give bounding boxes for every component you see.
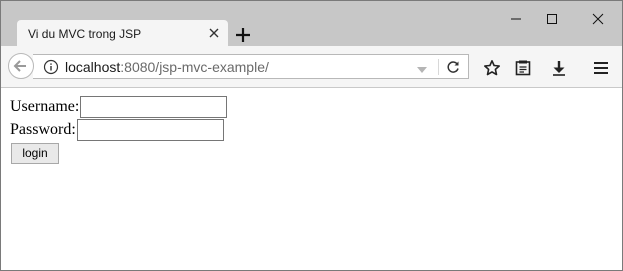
tab-title: Vi du MVC trong JSP (28, 27, 142, 41)
minimize-icon[interactable] (506, 9, 526, 29)
info-icon[interactable] (43, 59, 59, 75)
url-bar-divider (438, 59, 439, 75)
url-bar[interactable]: localhost:8080/jsp-mvc-example/ (33, 54, 469, 79)
url-path: :8080/jsp-mvc-example/ (120, 59, 269, 75)
username-row: Username: (10, 96, 228, 118)
password-label: Password: (10, 121, 76, 138)
dropdown-arrow-icon[interactable] (416, 62, 428, 73)
maximize-icon[interactable] (542, 9, 562, 29)
password-row: Password: (10, 119, 224, 141)
star-icon[interactable] (483, 59, 501, 77)
reload-icon[interactable] (445, 59, 461, 75)
title-bar: Vi du MVC trong JSP (1, 1, 622, 47)
password-input[interactable] (76, 119, 224, 141)
hamburger-menu-icon[interactable] (592, 59, 610, 77)
page-content: Username: Password: login (1, 88, 622, 270)
url-host: localhost (65, 59, 121, 75)
login-button[interactable]: login (11, 143, 59, 164)
browser-window: Vi du MVC trong JSP localhost:8080/jsp-m… (0, 0, 623, 271)
tab-close-icon[interactable] (206, 25, 222, 41)
username-input[interactable] (80, 96, 228, 118)
new-tab-icon[interactable] (233, 25, 253, 45)
navigation-toolbar: localhost:8080/jsp-mvc-example/ (1, 46, 622, 88)
back-button[interactable] (8, 53, 34, 79)
back-arrow-icon (13, 60, 26, 72)
download-icon[interactable] (550, 59, 568, 77)
browser-tab[interactable]: Vi du MVC trong JSP (17, 20, 228, 47)
reader-view-icon[interactable] (514, 59, 532, 77)
close-icon[interactable] (588, 9, 608, 29)
url-text[interactable]: localhost:8080/jsp-mvc-example/ (65, 59, 269, 75)
username-label: Username: (10, 98, 80, 115)
